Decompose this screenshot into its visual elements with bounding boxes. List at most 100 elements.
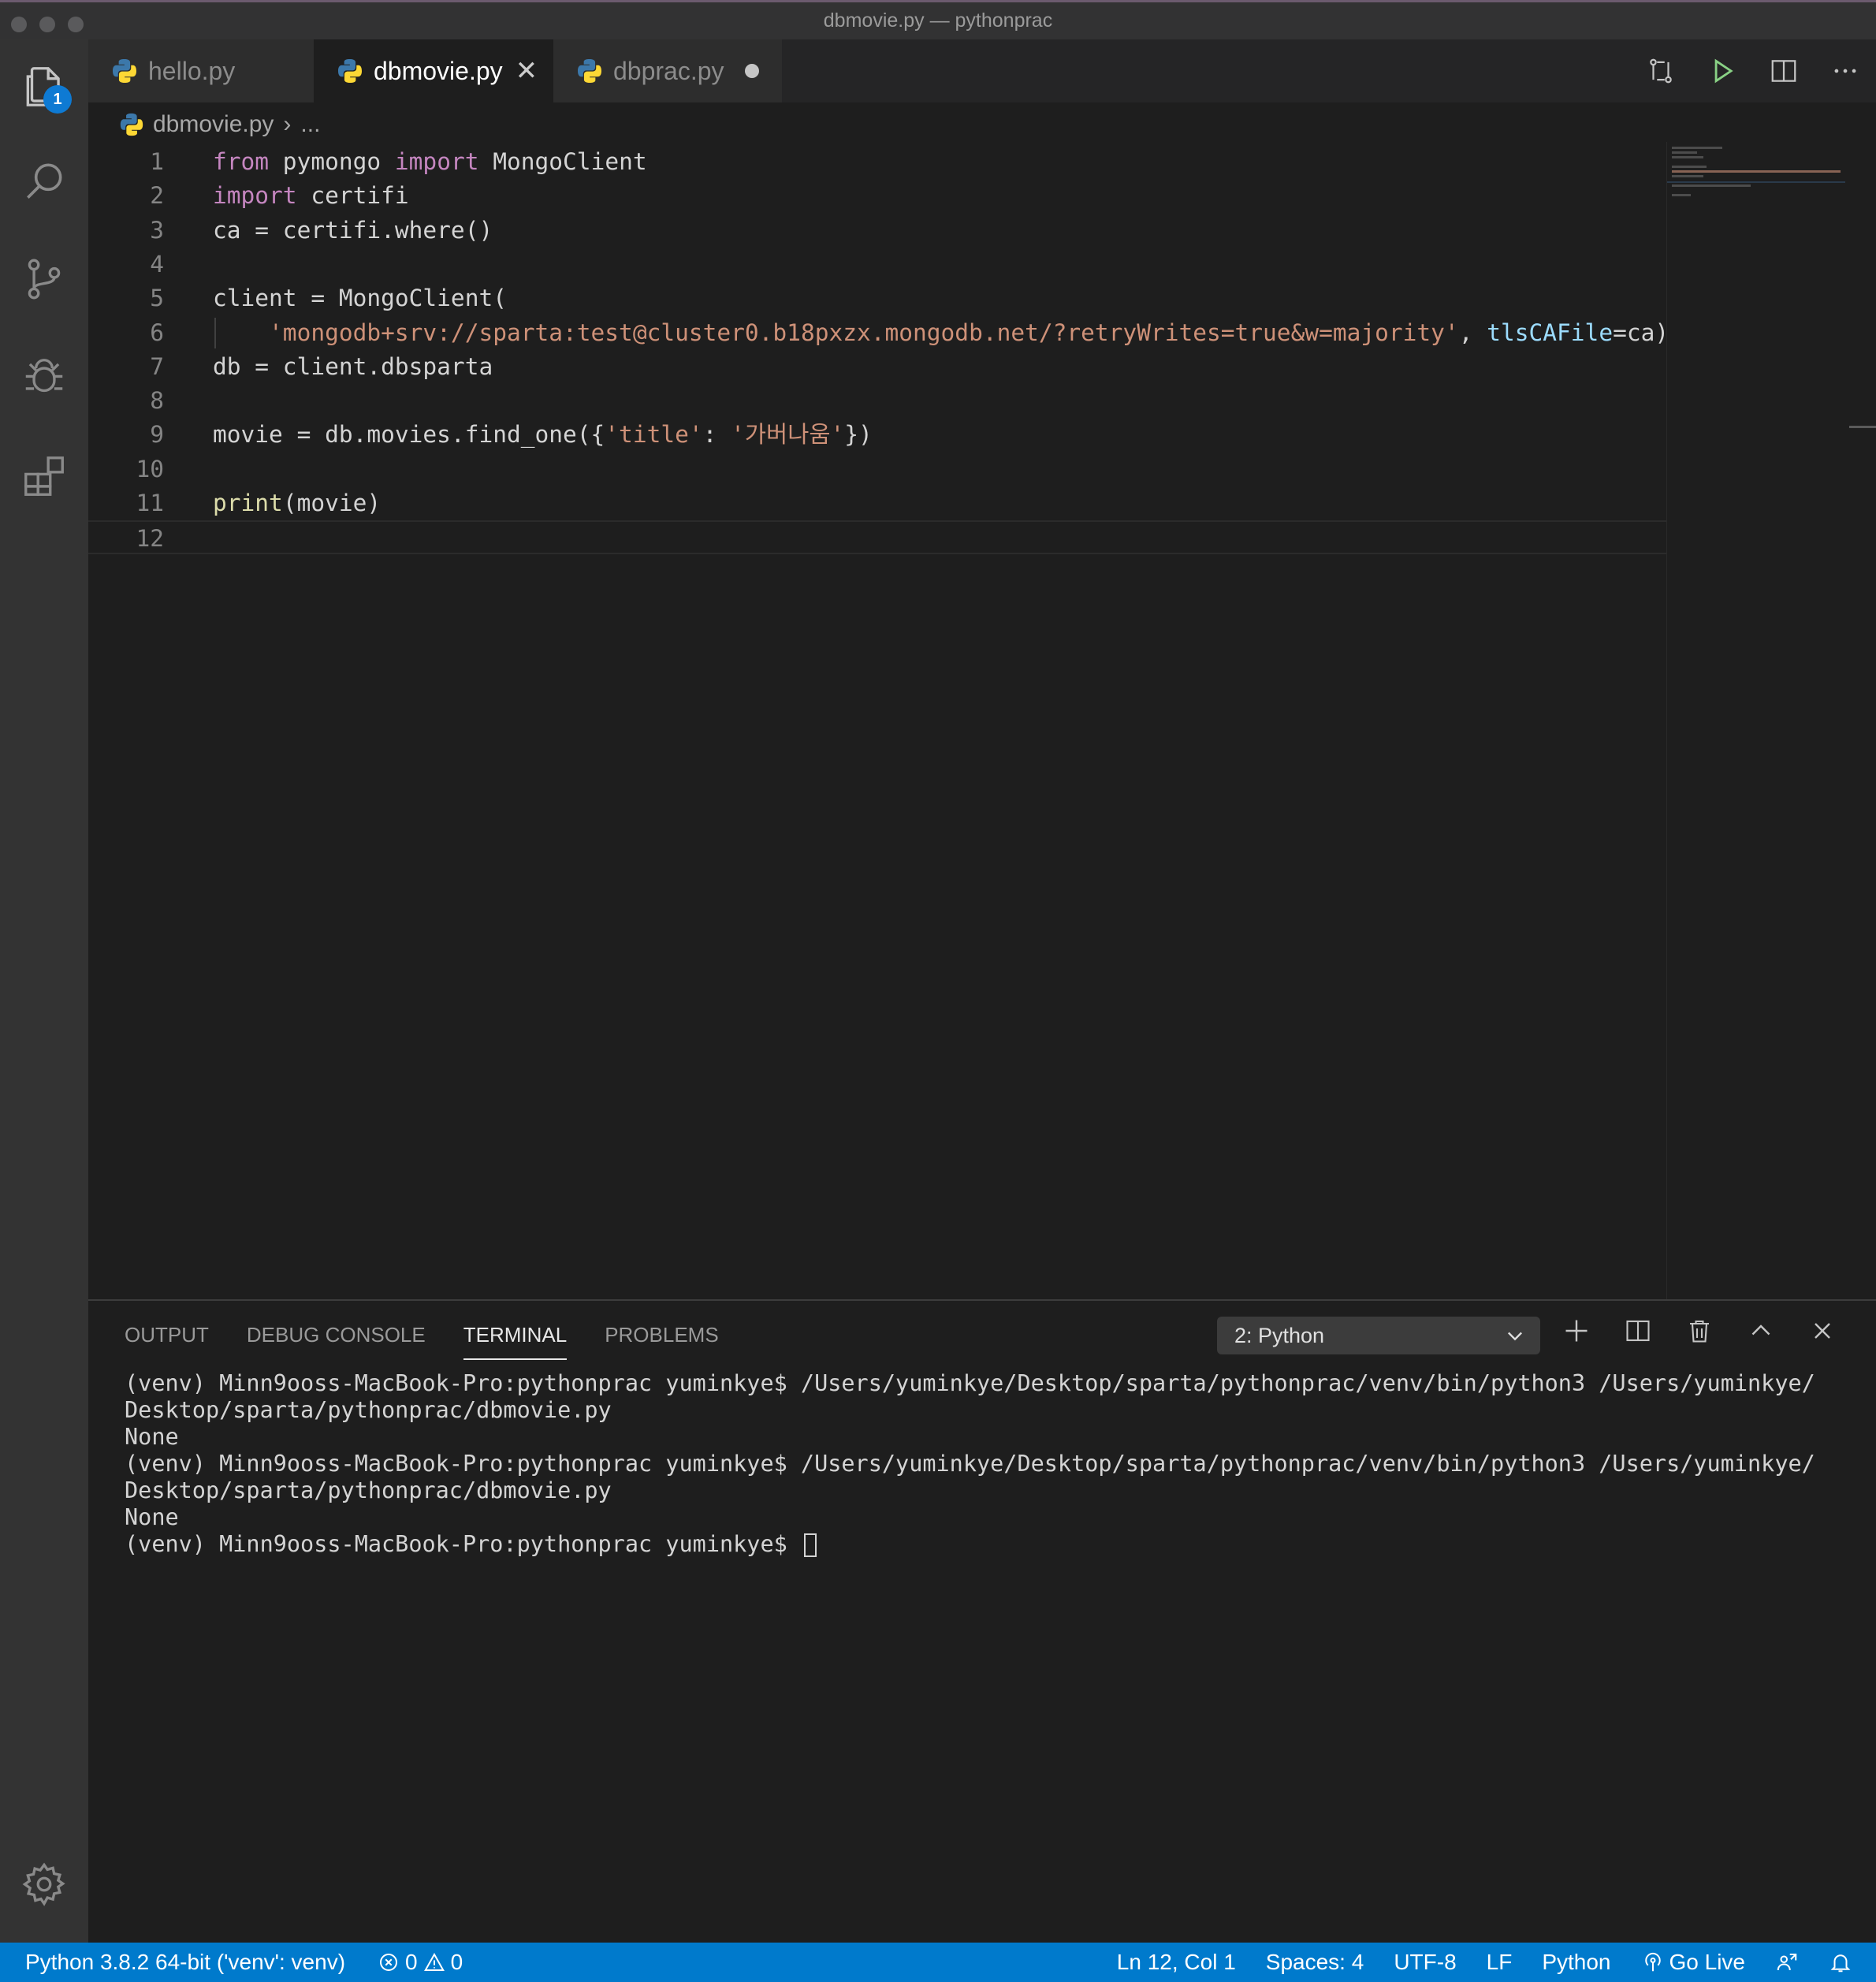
code-text[interactable]: db = client.dbsparta (213, 350, 493, 384)
extensions-icon (24, 456, 64, 496)
breadcrumb-file[interactable]: dbmovie.py (153, 111, 274, 138)
code-line[interactable]: 8 (88, 384, 1666, 418)
breadcrumb-symbols[interactable]: ... (300, 111, 320, 138)
terminal-line-text: (venv) Minn9ooss-MacBook-Pro:pythonprac … (125, 1370, 1815, 1396)
terminal-line: (venv) Minn9ooss-MacBook-Pro:pythonprac … (125, 1531, 1815, 1558)
more-actions-icon[interactable] (1830, 56, 1860, 86)
broadcast-icon (1644, 1952, 1661, 1972)
code-line[interactable]: 12 (88, 520, 1666, 555)
code-text[interactable]: from pymongo import MongoClient (213, 145, 647, 179)
close-window-button[interactable] (11, 17, 27, 32)
maximize-window-button[interactable] (68, 17, 84, 32)
close-tab-icon[interactable]: ✕ (516, 55, 538, 87)
new-terminal-icon[interactable] (1562, 1317, 1591, 1345)
code-text[interactable]: 'mongodb+srv://sparta:test@cluster0.b18p… (213, 316, 1669, 350)
tab-problems[interactable]: PROBLEMS (605, 1323, 719, 1360)
close-panel-icon[interactable] (1808, 1317, 1837, 1345)
split-editor-icon[interactable] (1769, 56, 1799, 86)
code-line[interactable]: 5 client = MongoClient( (88, 281, 1666, 315)
code-token: pymongo (269, 148, 395, 175)
python-interpreter[interactable]: Python 3.8.2 64-bit ('venv': venv) (25, 1950, 345, 1975)
indentation[interactable]: Spaces: 4 (1266, 1950, 1364, 1975)
tab-label: dbmovie.py (374, 56, 503, 85)
run-icon[interactable] (1707, 56, 1737, 86)
code-line[interactable]: 2 import certifi (88, 179, 1666, 213)
code-text[interactable]: ca = certifi.where() (213, 214, 493, 248)
tab-dbprac-py[interactable]: dbprac.py (553, 39, 782, 102)
code-text[interactable]: movie = db.movies.find_one({'title': '가버… (213, 418, 873, 452)
terminal-line: None (125, 1424, 1815, 1451)
code-text[interactable]: import certifi (213, 179, 409, 213)
breadcrumb[interactable]: dbmovie.py › ... (118, 107, 320, 142)
window-title: dbmovie.py — pythonprac (823, 9, 1053, 32)
code-text[interactable]: client = MongoClient( (213, 281, 507, 315)
gear-icon (22, 1862, 65, 1906)
code-token: tlsCAFile (1487, 319, 1614, 346)
notifications-button[interactable] (1829, 1950, 1852, 1974)
code-line[interactable]: 3 ca = certifi.where() (88, 214, 1666, 248)
panel-tabs: OUTPUT DEBUG CONSOLE TERMINAL PROBLEMS (125, 1323, 719, 1360)
encoding[interactable]: UTF-8 (1394, 1950, 1456, 1975)
code-line[interactable]: 7 db = client.dbsparta (88, 350, 1666, 384)
tab-debug-console[interactable]: DEBUG CONSOLE (247, 1323, 426, 1360)
python-file-icon (120, 113, 143, 136)
maximize-panel-icon[interactable] (1747, 1317, 1775, 1345)
run-debug-button[interactable] (0, 331, 88, 426)
chevron-right-icon: › (283, 111, 292, 137)
unsaved-dot-icon[interactable] (744, 64, 759, 78)
editor-actions (1646, 39, 1876, 102)
code-token: db = client.dbsparta (213, 352, 493, 380)
minimap[interactable] (1666, 142, 1848, 1299)
tab-output[interactable]: OUTPUT (125, 1323, 209, 1360)
open-changes-icon[interactable] (1646, 56, 1676, 86)
go-live-button[interactable]: Go Live (1641, 1950, 1745, 1975)
tab-terminal[interactable]: TERMINAL (463, 1323, 568, 1360)
minimize-window-button[interactable] (39, 17, 55, 32)
terminal-line-text: None (125, 1424, 179, 1450)
split-terminal-icon[interactable] (1624, 1317, 1652, 1345)
terminal-line: None (125, 1504, 1815, 1531)
cursor-position[interactable]: Ln 12, Col 1 (1117, 1950, 1236, 1975)
code-line[interactable]: 6 'mongodb+srv://sparta:test@cluster0.b1… (88, 316, 1669, 350)
warning-icon (423, 1952, 445, 1971)
feedback-button[interactable] (1775, 1950, 1799, 1974)
trash-icon[interactable] (1685, 1317, 1714, 1345)
code-line[interactable]: 9 movie = db.movies.find_one({'title': '가… (88, 418, 1666, 452)
line-number: 1 (150, 148, 164, 175)
terminal-cursor (803, 1533, 817, 1557)
terminal-line-text: (venv) Minn9ooss-MacBook-Pro:pythonprac … (125, 1451, 1815, 1477)
problems-indicator[interactable]: 0 0 (377, 1950, 463, 1975)
code-token: 'title' (605, 421, 703, 449)
code-token: client = MongoClient( (213, 285, 507, 312)
terminal-line-text: Desktop/sparta/pythonprac/dbmovie.py (125, 1397, 612, 1423)
terminal-select[interactable]: 2: Python (1217, 1317, 1540, 1354)
terminal-output[interactable]: (venv) Minn9ooss-MacBook-Pro:pythonprac … (125, 1370, 1815, 1558)
line-number: 9 (150, 421, 164, 449)
line-number: 11 (136, 490, 164, 516)
error-icon (380, 1954, 398, 1971)
tab-dbmovie-py[interactable]: dbmovie.py ✕ (314, 39, 553, 102)
editor-tab-bar: hello.py dbmovie.py ✕ dbprac.py (88, 39, 1876, 102)
extensions-button[interactable] (0, 429, 88, 523)
code-token: ca = certifi.where() (213, 216, 493, 244)
code-line[interactable]: 11 print(movie) (88, 486, 1666, 520)
window-controls[interactable] (11, 17, 84, 32)
end-of-line[interactable]: LF (1487, 1950, 1513, 1975)
status-bar: Python 3.8.2 64-bit ('venv': venv) 0 0 L… (0, 1943, 1876, 1982)
explorer-button[interactable]: 1 (0, 39, 88, 134)
code-line[interactable]: 10 (88, 453, 1666, 486)
code-line[interactable]: 1 from pymongo import MongoClient (88, 145, 1666, 179)
manage-button[interactable] (0, 1837, 88, 1932)
search-button[interactable] (0, 134, 88, 229)
source-control-button[interactable] (0, 232, 88, 326)
line-number: 3 (150, 216, 164, 244)
code-line[interactable]: 4 (88, 248, 1666, 281)
explorer-badge: 1 (43, 85, 72, 114)
language-mode[interactable]: Python (1542, 1950, 1610, 1975)
code-editor[interactable]: 1 from pymongo import MongoClient 2 import … (88, 142, 1669, 1299)
tab-hello-py[interactable]: hello.py (88, 39, 314, 102)
bottom-panel: OUTPUT DEBUG CONSOLE TERMINAL PROBLEMS 2: P… (88, 1299, 1876, 1943)
code-token: , (1458, 319, 1487, 346)
code-text[interactable]: print(movie) (213, 486, 381, 520)
